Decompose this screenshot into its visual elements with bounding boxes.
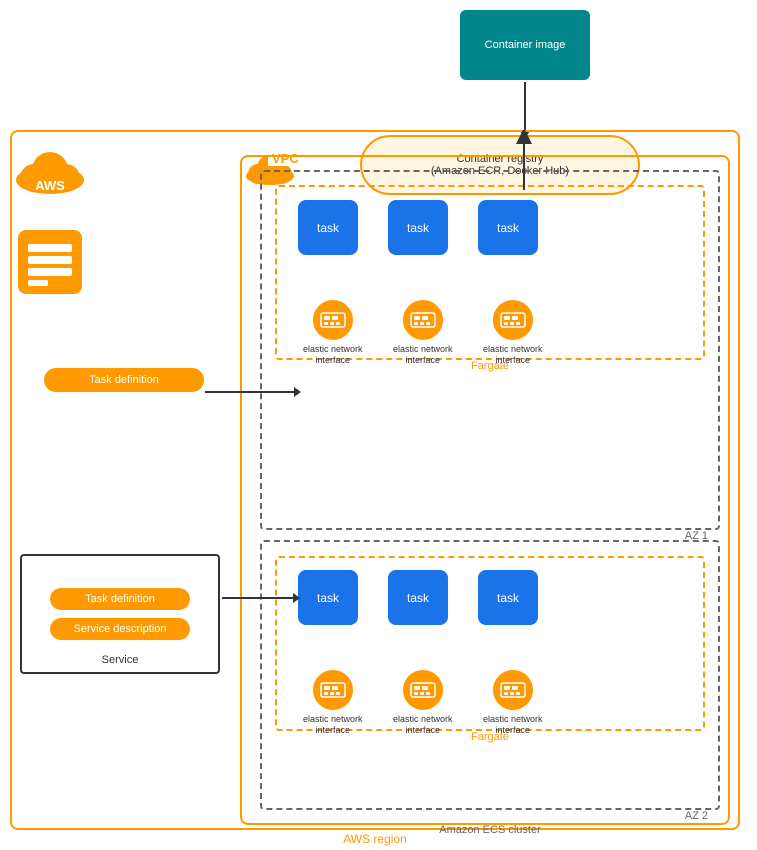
task-definition-standalone: Task definition <box>44 368 204 392</box>
eni-az1-1: elastic networkinterface <box>303 298 363 366</box>
eni-label-az1-3: elastic networkinterface <box>483 344 543 366</box>
eni-icon-az1-2 <box>401 298 445 342</box>
service-box: Task definition Service description Serv… <box>20 554 220 674</box>
eni-az2-2: elastic networkinterface <box>393 668 453 736</box>
ecs-cluster-label: Amazon ECS cluster <box>439 824 540 836</box>
eni-label-az2-3: elastic networkinterface <box>483 714 543 736</box>
eni-label-az2-1: elastic networkinterface <box>303 714 363 736</box>
container-image-box: Container image <box>460 10 590 80</box>
eni-icon-az2-1 <box>311 668 355 712</box>
arrow-taskdef-az1 <box>205 391 295 393</box>
arrow-service-az2 <box>222 597 294 599</box>
task-az2-2: task <box>388 570 448 625</box>
task-az1-1: task <box>298 200 358 255</box>
task-az2-3: task <box>478 570 538 625</box>
eni-label-az1-2: elastic networkinterface <box>393 344 453 366</box>
eni-icon-az2-3 <box>491 668 535 712</box>
task-az1-2: task <box>388 200 448 255</box>
eni-az1-3: elastic networkinterface <box>483 298 543 366</box>
az2-label: AZ 2 <box>685 810 708 822</box>
service-description: Service description <box>50 618 190 640</box>
eni-az1-2: elastic networkinterface <box>393 298 453 366</box>
arrow-image-to-registry <box>524 82 526 132</box>
service-task-definition: Task definition <box>50 588 190 610</box>
eni-icon-az2-2 <box>401 668 445 712</box>
eni-az2-3: elastic networkinterface <box>483 668 543 736</box>
service-label: Service <box>102 654 139 666</box>
container-image-label: Container image <box>485 39 566 51</box>
eni-icon-az1-1 <box>311 298 355 342</box>
eni-label-az1-1: elastic networkinterface <box>303 344 363 366</box>
eni-icon-az1-3 <box>491 298 535 342</box>
svg-text:AWS: AWS <box>35 178 65 193</box>
ecs-icon <box>16 228 84 299</box>
task-az1-3: task <box>478 200 538 255</box>
aws-region-label: AWS region <box>343 832 407 846</box>
eni-az2-1: elastic networkinterface <box>303 668 363 736</box>
eni-label-az2-2: elastic networkinterface <box>393 714 453 736</box>
task-az2-1: task <box>298 570 358 625</box>
aws-cloud-icon: AWS <box>14 144 86 199</box>
